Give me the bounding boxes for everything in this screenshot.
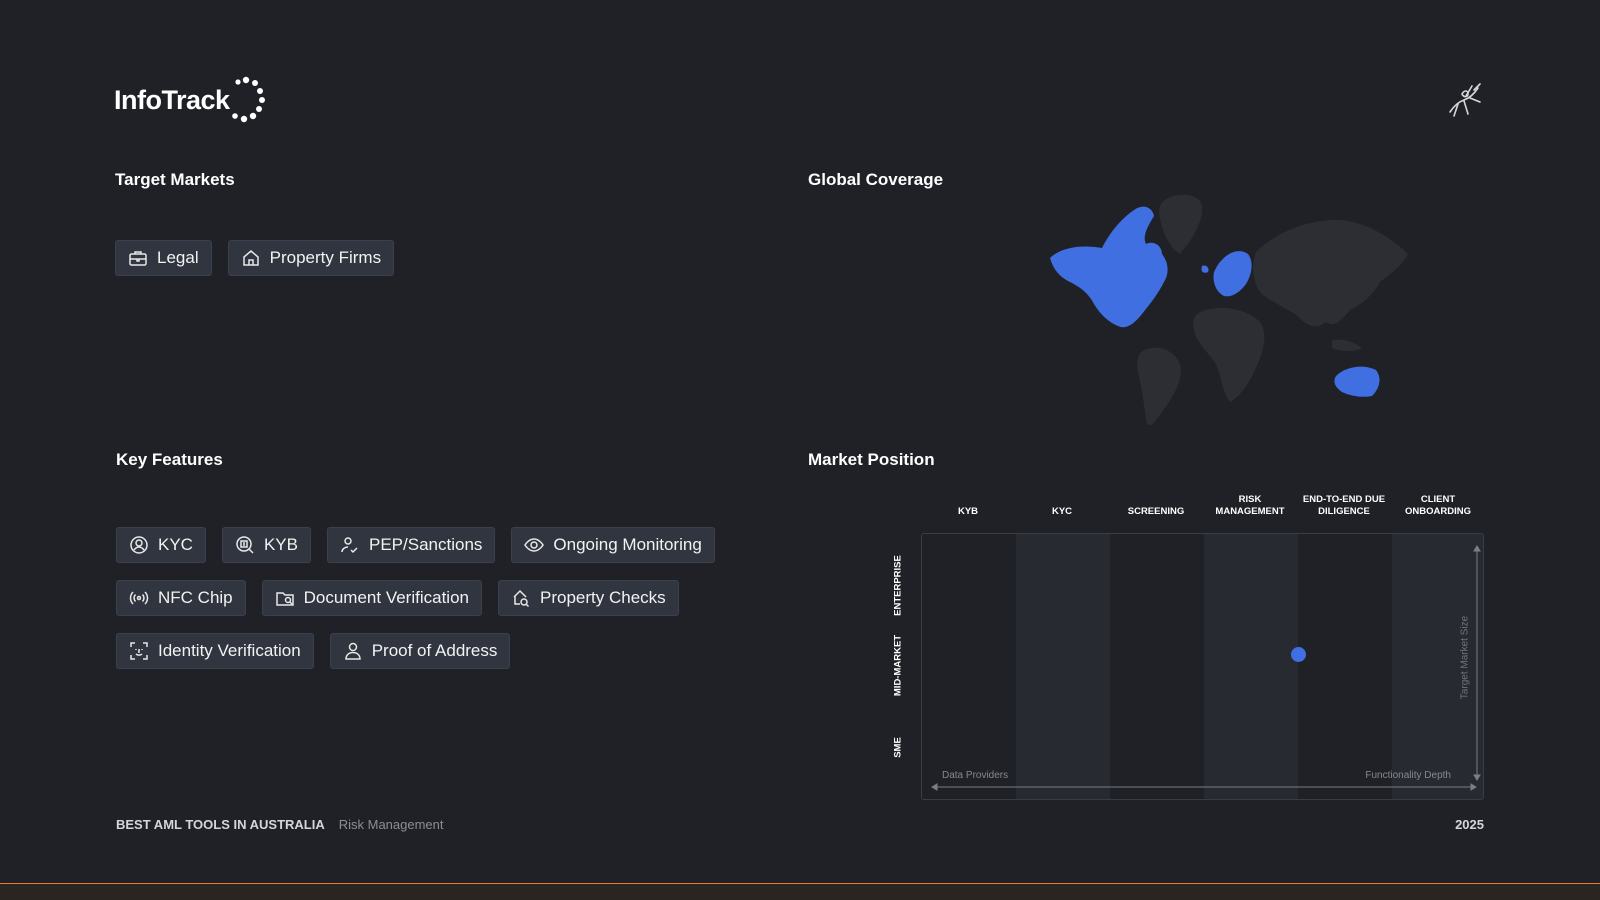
key-features-row-1: KYC KYB PEP/Sanctions Ongoing Monitoring: [116, 527, 715, 563]
column-label-kyb: KYB: [957, 506, 979, 517]
column-label-due-diligence: END-TO-END DUE DILIGENCE: [1302, 494, 1386, 517]
column-label-kyc: KYC: [1051, 506, 1073, 517]
house-search-icon: [513, 589, 530, 608]
chip-nfc-chip[interactable]: NFC Chip: [116, 580, 246, 616]
row-label-sme: SME: [892, 737, 904, 758]
building-search-icon: [236, 536, 254, 554]
chip-proof-of-address[interactable]: Proof of Address: [329, 633, 511, 669]
target-markets-title: Target Markets: [115, 170, 235, 189]
chip-kyb[interactable]: KYB: [221, 527, 311, 563]
global-coverage-title: Global Coverage: [808, 170, 944, 189]
chip-legal[interactable]: Legal: [115, 240, 212, 276]
eye-icon: [524, 538, 545, 552]
key-features-row-2: NFC Chip Document Verification Property …: [116, 580, 679, 616]
chip-identity-verification[interactable]: Identity Verification: [116, 633, 314, 669]
house-icon: [242, 250, 259, 266]
chip-property-firms[interactable]: Property Firms: [227, 240, 395, 276]
horse-rider-icon: [1449, 83, 1481, 117]
footer-left: BEST AML TOOLS IN AUSTRALIA Risk Managem…: [116, 817, 444, 832]
matrix-axes: [931, 545, 1481, 791]
chip-label: Legal: [157, 248, 199, 267]
footer-title: BEST AML TOOLS IN AUSTRALIA: [116, 817, 325, 832]
greenland-shape: [1159, 194, 1203, 254]
chip-label: Property Firms: [269, 248, 382, 267]
infotrack-logo: InfoTrack: [114, 76, 266, 124]
indonesia-shape: [1332, 339, 1362, 351]
chip-label: PEP/Sanctions: [369, 535, 483, 554]
key-features-title: Key Features: [116, 450, 223, 469]
north-america-shape: [1050, 206, 1168, 328]
chip-property-checks[interactable]: Property Checks: [498, 580, 679, 616]
chip-kyc[interactable]: KYC: [116, 527, 206, 563]
chip-ongoing-monitoring[interactable]: Ongoing Monitoring: [511, 527, 715, 563]
world-map: [1050, 194, 1408, 426]
briefcase-icon: [129, 251, 147, 266]
folder-search-icon: [275, 592, 294, 606]
face-scan-icon: [130, 642, 148, 660]
south-america-shape: [1137, 347, 1181, 426]
x-axis-right-label: Functionality Depth: [1365, 770, 1451, 781]
chip-label: Identity Verification: [158, 641, 301, 660]
key-features-row-3: Identity Verification Proof of Address: [116, 633, 511, 669]
market-position-matrix: Data Providers Functionality Depth Targe…: [921, 533, 1484, 800]
footer-category: Risk Management: [338, 817, 444, 832]
row-label-mid-market: MID-MARKET: [892, 634, 904, 697]
chip-label: NFC Chip: [158, 588, 233, 607]
nfc-signal-icon: [129, 591, 149, 605]
x-axis-left-label: Data Providers: [942, 770, 1009, 781]
chip-label: Proof of Address: [371, 641, 498, 660]
y-axis-label: Target Market Size: [1459, 615, 1471, 700]
chip-label: Document Verification: [303, 588, 469, 607]
europe-shape: [1213, 251, 1252, 297]
market-position-title: Market Position: [808, 450, 935, 469]
footer-year: 2025: [1455, 817, 1484, 832]
user-location-icon: [344, 642, 361, 660]
column-label-client-onboarding: CLIENT ONBOARDING: [1405, 494, 1471, 517]
australia-shape: [1334, 366, 1380, 397]
africa-shape: [1193, 307, 1265, 402]
matrix-column-labels: KYB KYC SCREENING RISK MANAGEMENT END-TO…: [921, 488, 1484, 518]
column-label-screening: SCREENING: [1127, 506, 1185, 517]
row-label-enterprise: ENTERPRISE: [892, 555, 904, 616]
user-circle-icon: [130, 536, 148, 554]
chip-label: KYB: [263, 535, 298, 554]
position-marker: [1290, 646, 1306, 662]
chip-pep-sanctions[interactable]: PEP/Sanctions: [327, 527, 496, 563]
column-label-risk-management: RISK MANAGEMENT: [1215, 494, 1285, 517]
dotted-circle-logo-icon: [231, 76, 265, 123]
asia-shape: [1253, 219, 1408, 327]
chip-label: Property Checks: [540, 588, 666, 607]
bottom-bar: [0, 884, 1600, 900]
user-check-icon: [341, 537, 358, 554]
chip-document-verification[interactable]: Document Verification: [261, 580, 482, 616]
target-markets-list: Legal Property Firms: [115, 240, 395, 276]
uk-shape: [1201, 265, 1209, 273]
logo-text: InfoTrack: [114, 84, 230, 115]
chip-label: Ongoing Monitoring: [553, 535, 702, 554]
chip-label: KYC: [158, 535, 193, 554]
